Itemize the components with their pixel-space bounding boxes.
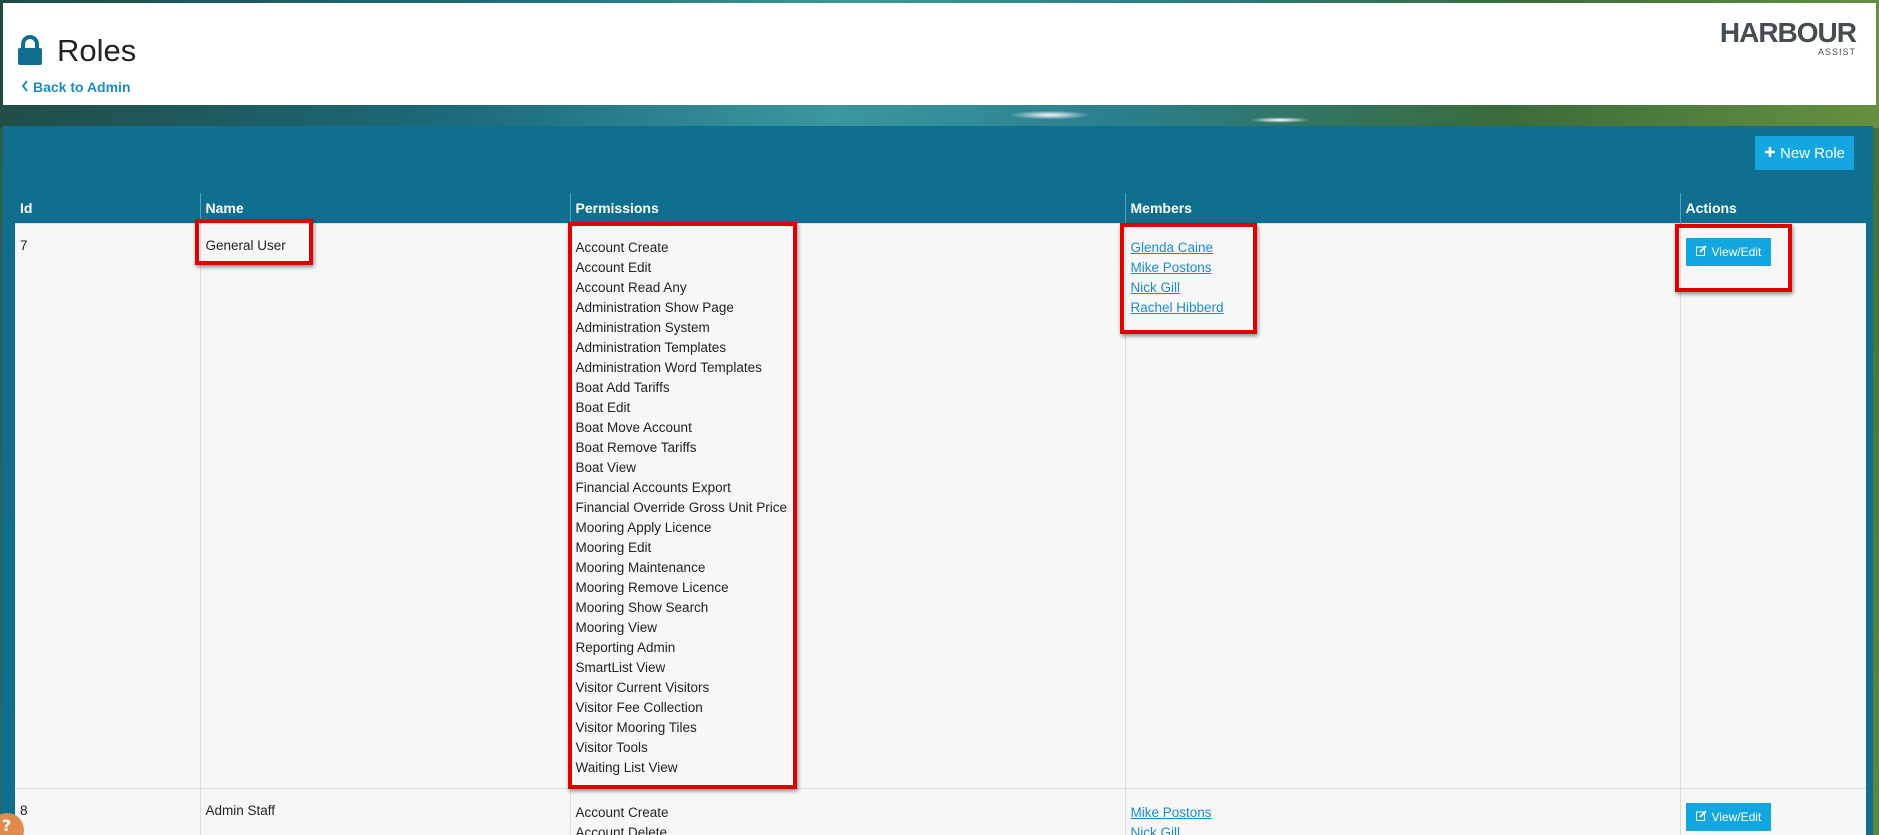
column-header-name[interactable]: Name xyxy=(199,193,570,223)
roles-table: Id Name Permissions Members Actions 7 Ge… xyxy=(15,193,1866,835)
role-actions: View/Edit xyxy=(1679,222,1866,788)
permission-item: Mooring Show Search xyxy=(575,599,709,615)
permission-item: Administration Word Templates xyxy=(575,359,762,375)
permission-item: Account Edit xyxy=(575,259,652,275)
permission-item: Visitor Tools xyxy=(575,739,648,755)
page-header: Roles Back to Admin HARBOUR ASSIST xyxy=(3,3,1876,105)
new-role-button[interactable]: New Role xyxy=(1755,136,1854,170)
permission-item: Administration Templates xyxy=(575,339,727,355)
permission-item: Account Delete xyxy=(575,824,668,835)
back-link-label: Back to Admin xyxy=(33,79,131,95)
page-title-text: Roles xyxy=(57,33,137,68)
page-title: Roles xyxy=(17,33,136,69)
roles-panel: New Role Id Name Permissions Members Act… xyxy=(3,126,1873,835)
view-edit-label: View/Edit xyxy=(1711,809,1762,824)
role-actions: View/Edit xyxy=(1679,787,1866,835)
permission-item: Mooring Edit xyxy=(575,539,652,555)
table-row: 8 Admin Staff Account Create Account Del… xyxy=(15,787,1866,835)
permission-item: Financial Accounts Export xyxy=(575,479,731,495)
back-to-admin-link[interactable]: Back to Admin xyxy=(21,79,131,95)
lock-icon xyxy=(17,35,47,67)
permission-item: Administration Show Page xyxy=(575,299,734,315)
chevron-left-icon xyxy=(21,79,29,95)
role-members: Glenda Caine Mike Postons Nick Gill Rach… xyxy=(1124,222,1680,788)
table-row: 7 General User Account Create Account Ed… xyxy=(15,222,1866,788)
permission-item: Visitor Fee Collection xyxy=(575,699,703,715)
permission-item: Boat Edit xyxy=(575,399,631,415)
harbour-assist-logo: HARBOUR ASSIST xyxy=(1719,17,1857,58)
plus-icon xyxy=(1764,145,1776,162)
permission-item: Mooring Apply Licence xyxy=(575,519,712,535)
permission-item: Boat Remove Tariffs xyxy=(575,439,697,455)
permission-item: Account Read Any xyxy=(575,279,687,295)
column-header-actions[interactable]: Actions xyxy=(1679,193,1866,223)
member-link[interactable]: Rachel Hibberd xyxy=(1131,300,1224,315)
role-permissions: Account Create Account Edit Account Read… xyxy=(569,222,1125,788)
column-header-id[interactable]: Id xyxy=(15,193,200,223)
view-edit-button[interactable]: View/Edit xyxy=(1685,802,1772,831)
member-link[interactable]: Mike Postons xyxy=(1131,260,1212,275)
column-header-permissions[interactable]: Permissions xyxy=(569,193,1125,223)
permission-item: Reporting Admin xyxy=(575,639,676,655)
logo-main-text: HARBOUR xyxy=(1719,17,1857,48)
permission-item: Mooring Maintenance xyxy=(575,559,706,575)
permission-item: Boat Add Tariffs xyxy=(575,379,670,395)
permission-item: Account Create xyxy=(575,804,669,820)
table-header-row: Id Name Permissions Members Actions xyxy=(15,193,1866,223)
permission-item: Visitor Current Visitors xyxy=(575,679,710,695)
role-members: Mike Postons Nick Gill xyxy=(1124,787,1680,835)
member-link[interactable]: Nick Gill xyxy=(1131,825,1181,835)
permission-item: Account Create xyxy=(575,239,669,255)
edit-icon xyxy=(1695,244,1707,259)
role-name: Admin Staff xyxy=(199,787,570,835)
role-id: 8 xyxy=(15,787,200,835)
member-link[interactable]: Glenda Caine xyxy=(1131,240,1214,255)
permission-item: Mooring Remove Licence xyxy=(575,579,729,595)
column-header-members[interactable]: Members xyxy=(1124,193,1680,223)
permission-item: Mooring View xyxy=(575,619,658,635)
permission-item: SmartList View xyxy=(575,659,666,675)
permission-item: Waiting List View xyxy=(575,759,678,775)
permission-item: Boat View xyxy=(575,459,637,475)
logo-sub-text: ASSIST xyxy=(1817,47,1856,57)
role-id: 7 xyxy=(15,222,200,788)
permission-item: Visitor Mooring Tiles xyxy=(575,719,697,735)
new-role-label: New Role xyxy=(1779,144,1846,162)
permission-item: Financial Override Gross Unit Price xyxy=(575,499,788,515)
view-edit-label: View/Edit xyxy=(1711,244,1762,259)
role-name: General User xyxy=(199,222,570,788)
edit-icon xyxy=(1695,809,1707,824)
permission-item: Boat Move Account xyxy=(575,419,692,435)
permission-item: Administration System xyxy=(575,319,710,335)
view-edit-button[interactable]: View/Edit xyxy=(1685,237,1772,266)
role-permissions: Account Create Account Delete xyxy=(569,787,1125,835)
member-link[interactable]: Mike Postons xyxy=(1131,805,1212,820)
member-link[interactable]: Nick Gill xyxy=(1131,280,1181,295)
